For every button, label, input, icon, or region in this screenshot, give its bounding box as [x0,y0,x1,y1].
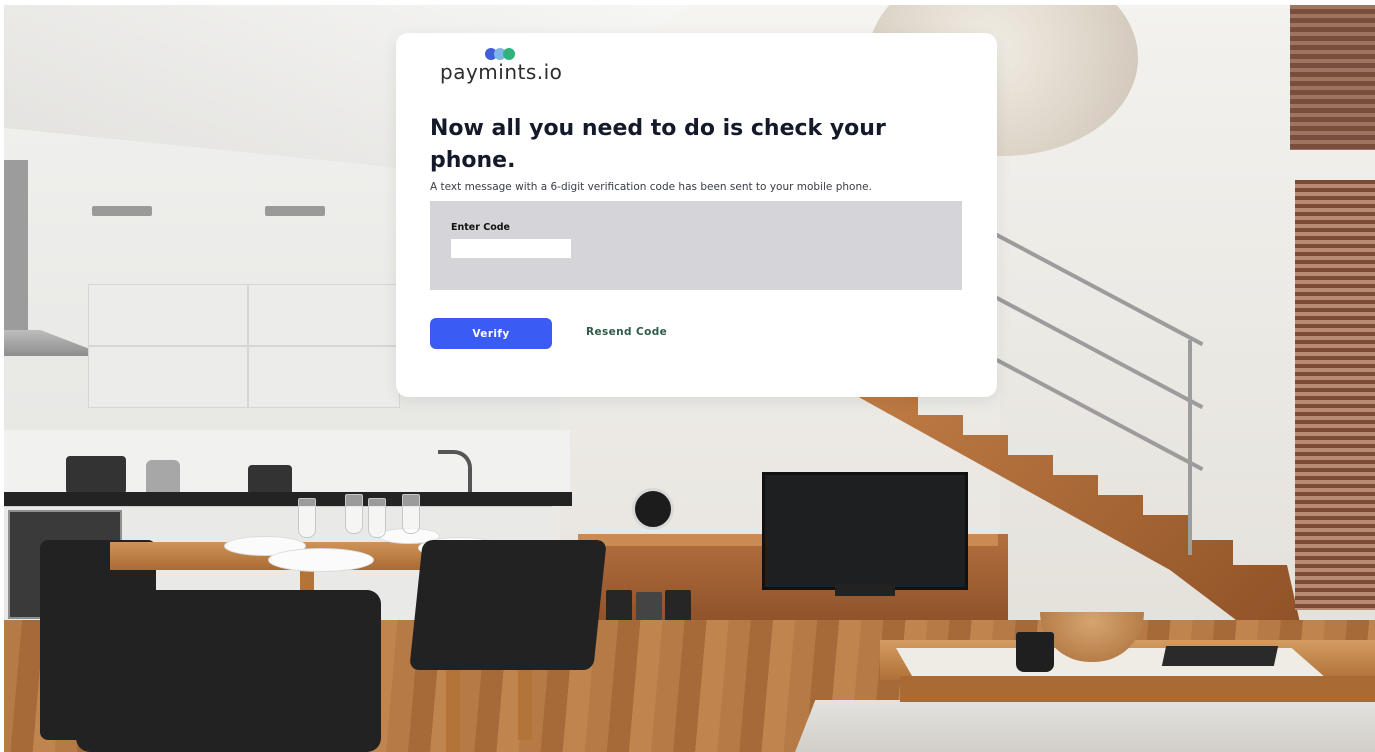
code-label: Enter Code [451,222,510,233]
resend-code-link[interactable]: Resend Code [586,326,667,338]
logo-dots-icon [485,47,525,61]
logo-wordmark: paymints.io [440,60,563,84]
paymints-logo: paymints.io [440,47,580,91]
code-entry-panel: Enter Code [430,201,962,290]
verification-code-input[interactable] [451,239,571,258]
page-title: Now all you need to do is check your pho… [430,116,886,173]
page: paymints.io Now all you need to do is ch… [0,0,1375,752]
verification-card: paymints.io Now all you need to do is ch… [396,33,997,397]
verification-description: A text message with a 6-digit verificati… [430,181,872,193]
verify-button[interactable]: Verify [430,318,552,349]
